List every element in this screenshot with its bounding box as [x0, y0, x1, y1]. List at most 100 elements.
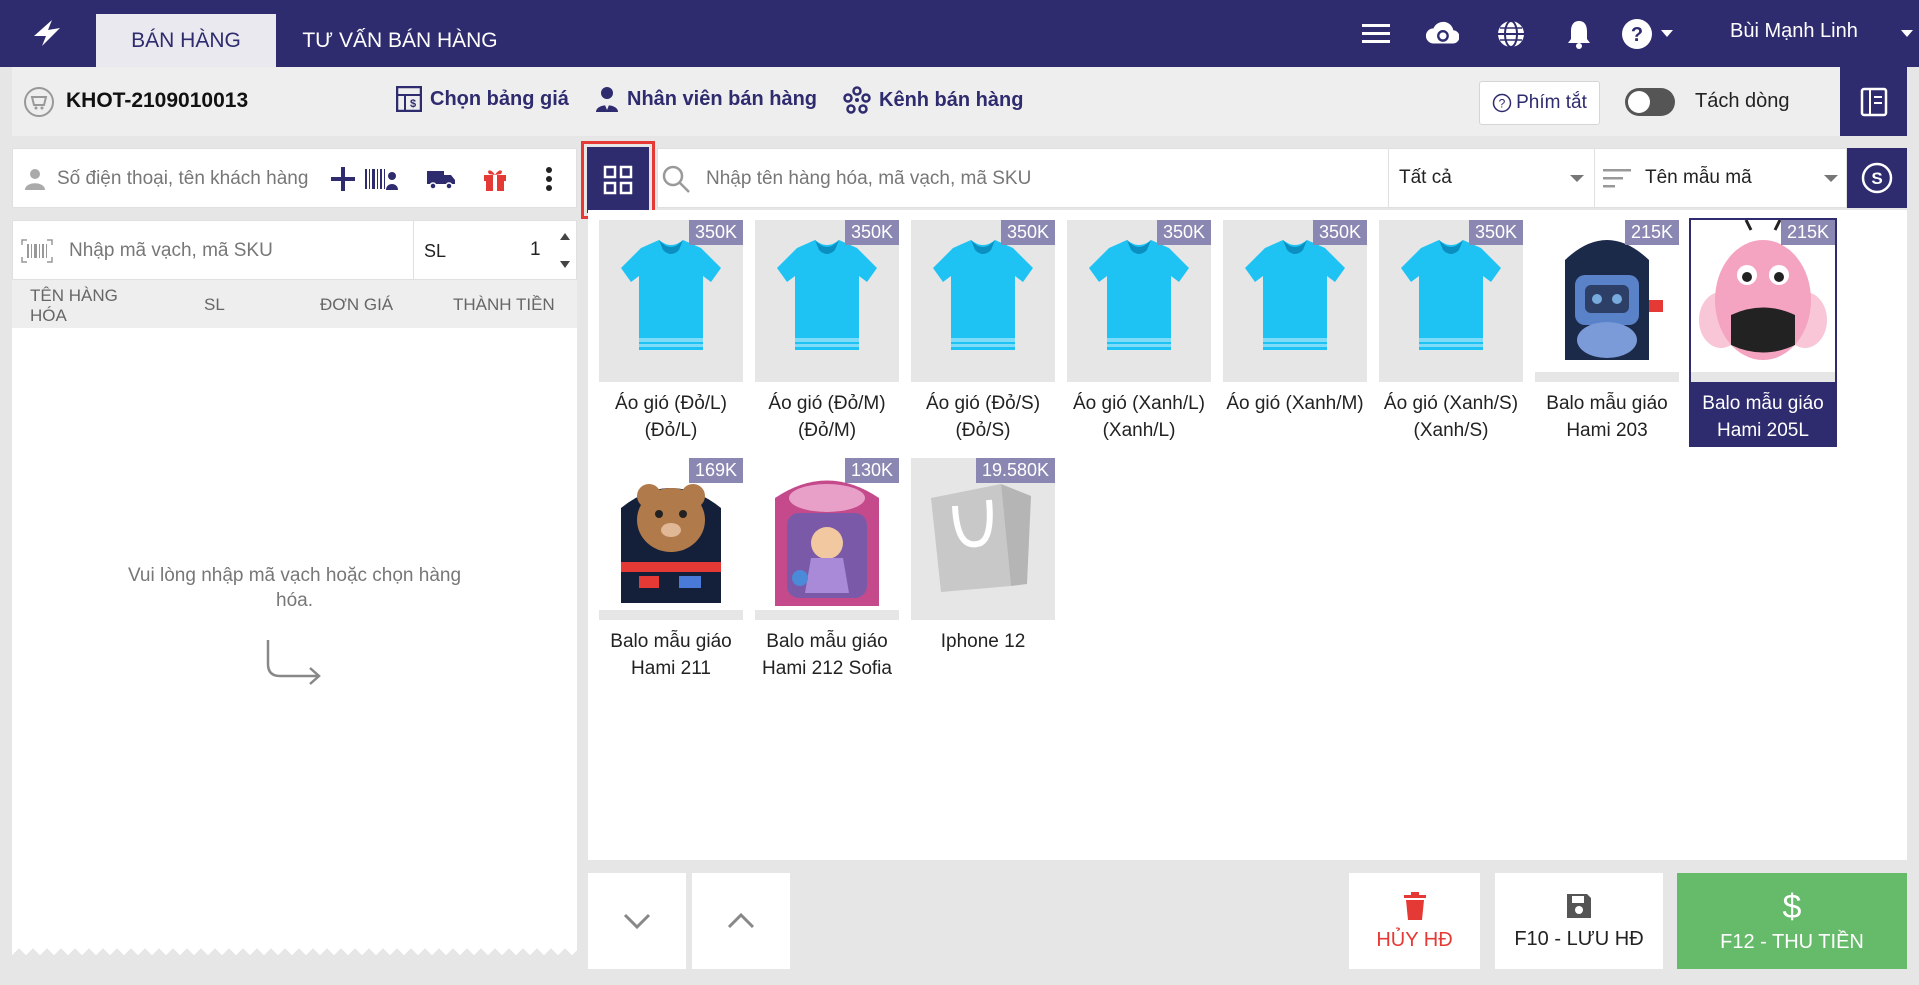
product-card[interactable]: 350K Áo gió (Xanh/M): [1223, 220, 1367, 445]
person-icon: [17, 161, 53, 197]
grid-view-inner: [587, 147, 649, 213]
price-list-button[interactable]: $ Chọn bảng giá: [396, 86, 569, 112]
product-price-badge: 350K: [688, 220, 743, 245]
product-card[interactable]: 215K Balo mẫu giáo Hami 205L: [1689, 218, 1837, 447]
help-icon[interactable]: ?: [1620, 17, 1654, 51]
save-invoice-label: F10 - LƯU HĐ: [1514, 927, 1644, 950]
order-toolbar: KHOT-2109010013 $ Chọn bảng giá Nhân viê…: [12, 67, 1907, 136]
trash-icon: [1403, 891, 1426, 920]
top-navigation-bar: BÁN HÀNG TƯ VẤN BÁN HÀNG ? Bùi Mạnh Linh: [0, 0, 1919, 67]
grid-view-button[interactable]: [581, 141, 655, 219]
product-card[interactable]: 169K Balo mẫu giáo Hami 211: [599, 458, 743, 683]
product-card[interactable]: 350K Áo gió (Đỏ/L) (Đỏ/L): [599, 220, 743, 445]
chevron-down-icon: [623, 913, 651, 930]
product-name: Áo gió (Đỏ/L) (Đỏ/L): [615, 393, 727, 441]
loyalty-points-button[interactable]: S: [1847, 148, 1907, 208]
staff-icon: [596, 87, 618, 112]
globe-icon[interactable]: [1494, 17, 1528, 51]
tab-sales[interactable]: BÁN HÀNG: [96, 14, 276, 67]
sort-lines-icon: [1603, 167, 1631, 195]
product-name: Balo mẫu giáo Hami 212 Sofia: [762, 631, 892, 679]
split-line-label: Tách dòng: [1695, 90, 1790, 112]
question-circle-icon: ?: [1492, 93, 1512, 113]
product-name: Iphone 12: [940, 631, 1026, 652]
receipt-edge: [12, 946, 577, 960]
customer-search-input[interactable]: [57, 164, 337, 194]
grid-icon: [603, 165, 633, 195]
sales-staff-button[interactable]: Nhân viên bán hàng: [595, 86, 817, 112]
cancel-invoice-button[interactable]: HỦY HĐ: [1349, 873, 1480, 969]
sales-channel-button[interactable]: Kênh bán hàng: [843, 86, 1023, 114]
product-name: Áo gió (Đỏ/S) (Đỏ/S): [925, 393, 1041, 441]
product-name: Áo gió (Xanh/M): [1226, 393, 1364, 414]
sort-selected-value: Tên mẫu mã: [1645, 167, 1752, 188]
product-search-bar: Tất cả Tên mẫu mã: [657, 148, 1847, 208]
side-panel-button[interactable]: [1840, 67, 1907, 136]
svg-text:$: $: [410, 98, 416, 110]
svg-text:?: ?: [1631, 24, 1643, 46]
product-card[interactable]: 19.580K Iphone 12: [911, 458, 1055, 683]
sku-input[interactable]: [69, 236, 409, 266]
product-name: Balo mẫu giáo Hami 205L: [1702, 393, 1824, 441]
bottom-action-bar: HỦY HĐ F10 - LƯU HĐ $ F12 - THU TIỀN: [588, 873, 1907, 973]
product-name: Áo gió (Xanh/S) (Xanh/S): [1383, 393, 1519, 441]
product-name: Áo gió (Đỏ/M) (Đỏ/M): [768, 393, 886, 441]
price-table-icon: $: [396, 86, 422, 112]
scroll-down-button[interactable]: [588, 873, 686, 969]
product-price-badge: 169K: [688, 458, 743, 483]
product-card[interactable]: 350K Áo gió (Đỏ/S) (Đỏ/S): [911, 220, 1055, 445]
cart-body: Vui lòng nhập mã vạch hoặc chọn hàng hóa…: [12, 328, 577, 960]
product-card[interactable]: 130K Balo mẫu giáo Hami 212 Sofia: [755, 458, 899, 683]
category-select[interactable]: Tất cả: [1388, 149, 1594, 207]
product-price-badge: 350K: [844, 220, 899, 245]
customer-barcode-icon[interactable]: [363, 161, 399, 197]
add-customer-icon[interactable]: [325, 161, 361, 197]
s-circle-icon: S: [1861, 162, 1893, 194]
quantity-increase-icon[interactable]: [560, 233, 570, 240]
sort-select[interactable]: Tên mẫu mã: [1594, 149, 1848, 207]
delivery-truck-icon[interactable]: [423, 161, 459, 197]
save-disk-icon: [1567, 893, 1591, 918]
sales-staff-label: Nhân viên bán hàng: [627, 87, 818, 110]
help-dropdown-caret-icon[interactable]: [1661, 30, 1673, 37]
user-name[interactable]: Bùi Mạnh Linh: [1730, 20, 1858, 43]
checkout-button[interactable]: $ F12 - THU TIỀN: [1677, 873, 1907, 969]
menu-icon[interactable]: [1359, 17, 1393, 51]
column-product-name: TÊN HÀNG HÓA: [30, 286, 118, 325]
cloud-sync-icon[interactable]: [1425, 17, 1459, 51]
checkout-label: F12 - THU TIỀN: [1720, 930, 1864, 953]
user-dropdown-caret-icon[interactable]: [1901, 30, 1913, 37]
sort-caret-icon: [1824, 175, 1838, 182]
app-logo-icon[interactable]: [26, 14, 70, 54]
tab-sales-consulting[interactable]: TƯ VẤN BÁN HÀNG: [285, 14, 515, 67]
dollar-icon: $: [1783, 889, 1802, 923]
quantity-stepper[interactable]: SL 1: [413, 221, 578, 281]
empty-cart-message: Vui lòng nhập mã vạch hoặc chọn hàng hóa…: [127, 565, 462, 611]
product-price-badge: 19.580K: [975, 458, 1055, 483]
gift-icon[interactable]: [477, 161, 513, 197]
product-card[interactable]: 215K Balo mẫu giáo Hami 203: [1535, 220, 1679, 445]
sku-row: SL 1: [12, 220, 578, 281]
split-line-toggle[interactable]: [1625, 88, 1675, 116]
product-search-input[interactable]: [706, 164, 1386, 194]
product-name: Áo gió (Xanh/L) (Xanh/L): [1072, 393, 1206, 441]
product-price-badge: 350K: [1000, 220, 1055, 245]
cart-icon: [24, 87, 54, 117]
product-card[interactable]: 350K Áo gió (Đỏ/M) (Đỏ/M): [755, 220, 899, 445]
shortcut-button[interactable]: ? Phím tắt: [1479, 81, 1600, 125]
category-caret-icon: [1570, 175, 1584, 182]
more-options-icon[interactable]: [531, 161, 567, 197]
scroll-up-button[interactable]: [692, 873, 790, 969]
quantity-label: SL: [424, 241, 447, 261]
quantity-decrease-icon[interactable]: [560, 261, 570, 268]
quantity-value[interactable]: 1: [530, 239, 541, 261]
notification-bell-icon[interactable]: [1562, 17, 1596, 51]
column-quantity: SL: [204, 295, 225, 314]
product-card[interactable]: 350K Áo gió (Xanh/S) (Xanh/S): [1379, 220, 1523, 445]
save-invoice-button[interactable]: F10 - LƯU HĐ: [1495, 873, 1663, 969]
product-card[interactable]: 350K Áo gió (Xanh/L) (Xanh/L): [1067, 220, 1211, 445]
barcode-icon: [19, 233, 55, 269]
toggle-knob: [1628, 91, 1650, 113]
cancel-invoice-label: HỦY HĐ: [1376, 928, 1453, 951]
channel-network-icon: [843, 86, 871, 114]
